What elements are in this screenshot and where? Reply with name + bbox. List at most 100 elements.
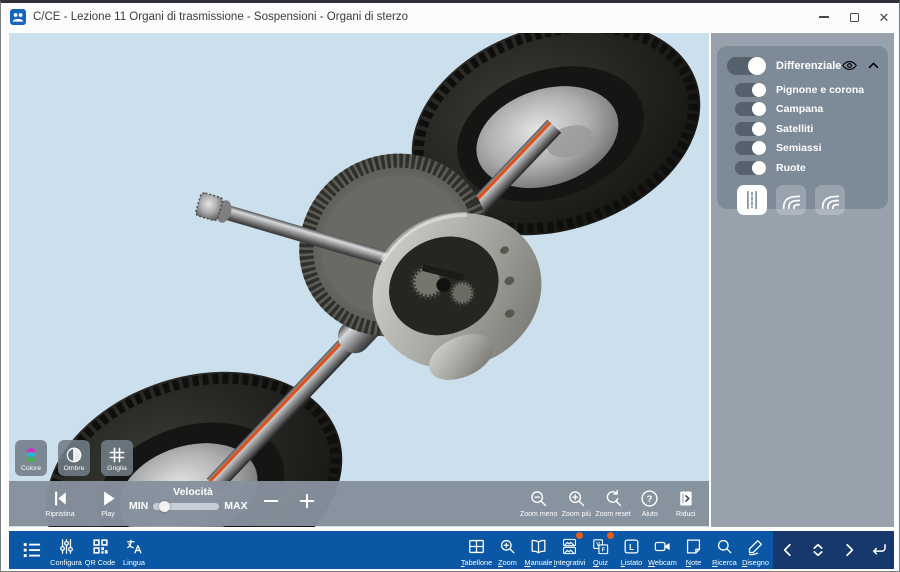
aiuto-button[interactable]: ?Aiuto (632, 481, 668, 526)
toolbar-item-label: Configura (50, 558, 82, 567)
window-controls: ✕ (809, 3, 899, 31)
help-icon: ? (639, 485, 660, 511)
speed-control: Velocità MIN MAX (129, 481, 257, 526)
toolbar-item-listato[interactable]: L Listato (616, 531, 647, 569)
toolbar-item-nav-up-down[interactable] (806, 538, 830, 562)
minimize-button[interactable] (809, 3, 839, 31)
grid-icon (107, 445, 127, 465)
toolbar-item-disegno[interactable]: Disegno (740, 531, 771, 569)
pignone-e-corona-toggle[interactable] (734, 82, 767, 98)
toggle-label: Pignone e corona (776, 84, 864, 96)
zoom-in-icon (498, 534, 517, 558)
panel-header-label: Differenziale (776, 60, 841, 72)
search-icon (715, 534, 734, 558)
toolbar-item-configura[interactable]: Configura (49, 531, 83, 569)
zoom-pi-button[interactable]: Zoom più (558, 481, 594, 526)
webcam-icon (653, 534, 672, 558)
griglia-button[interactable]: Griglia (101, 440, 133, 476)
3d-viewport[interactable]: Colore Ombre Griglia RipristinaPlay Veloci… (9, 33, 709, 527)
toggle-label: Semiassi (776, 142, 822, 154)
toolbar-item-label: QR Code (85, 558, 115, 567)
viewport-toolset: Colore Ombre Griglia (15, 440, 133, 476)
toolbar-item-label: Lingua (123, 558, 145, 567)
toolbar-item-zoom[interactable]: Zoom (492, 531, 523, 569)
notification-badge (607, 532, 614, 539)
differenziale-toggle[interactable] (726, 56, 767, 76)
ripristina-button[interactable]: Ripristina (39, 481, 81, 526)
riduci-button[interactable]: Riduci (668, 481, 704, 526)
zoom-reset-button[interactable]: Zoom reset (594, 481, 631, 526)
toolbar-item-manuale[interactable]: Manuale (523, 531, 554, 569)
toolbar-item-label: Listato (621, 558, 643, 567)
titlebar: C/CE - Lezione 11 Organi di trasmissione… (1, 3, 899, 31)
toolbar-item-label: Tabellone (461, 558, 492, 567)
road-curve-icon (819, 189, 841, 211)
toggle-label: Ruote (776, 162, 806, 174)
chevron-right-icon (840, 541, 858, 559)
translate-icon (125, 534, 144, 558)
zoom-meno-button[interactable]: Zoom meno (519, 481, 558, 526)
campana-toggle[interactable] (734, 101, 767, 117)
layers-panel: Differenziale Pignone e coronaCampanaSat… (717, 46, 888, 209)
shadow-icon (64, 445, 84, 465)
svg-text:L: L (629, 543, 634, 552)
toolbar-item-menu[interactable] (15, 531, 49, 569)
panel-row-ruote: Ruote (734, 158, 879, 177)
speed-decrease-button[interactable] (255, 481, 287, 526)
svg-text:F: F (602, 547, 606, 553)
toolbar-item-label: Manuale (524, 558, 552, 567)
visibility-icon[interactable] (841, 57, 858, 74)
road-view-button-1[interactable] (737, 185, 767, 215)
toolbar-item-integrativi[interactable]: Integrativi (554, 531, 585, 569)
toolbar-item-nav-next[interactable] (837, 538, 861, 562)
reduce-icon (675, 485, 696, 511)
transport-buttons: RipristinaPlay (39, 481, 129, 526)
road-view-button-2[interactable] (776, 185, 806, 215)
toolbar-item-note[interactable]: Note (678, 531, 709, 569)
close-button[interactable]: ✕ (869, 3, 899, 31)
chevron-updown-icon (809, 541, 827, 559)
app-window: C/CE - Lezione 11 Organi di trasmissione… (0, 0, 900, 572)
road-straight-icon (741, 189, 763, 211)
semiassi-toggle[interactable] (734, 140, 767, 156)
toggle-label: Campana (776, 103, 823, 115)
app-icon (10, 9, 26, 25)
pbtn-label: Zoom più (562, 511, 591, 519)
ruote-toggle[interactable] (734, 160, 767, 176)
pbtn-label: Aiuto (642, 511, 658, 519)
book-icon (529, 534, 548, 558)
toolbar-item-label: Disegno (742, 558, 769, 567)
speed-slider-knob[interactable] (159, 501, 170, 512)
pbtn-label: Zoom reset (595, 511, 630, 519)
toolbar-item-quiz[interactable]: VFQuiz (585, 531, 616, 569)
colore-button[interactable]: Colore (15, 440, 47, 476)
color-layers-icon (21, 445, 41, 465)
toolbar-item-webcam[interactable]: Webcam (647, 531, 678, 569)
road-view-button-3[interactable] (815, 185, 845, 215)
ombre-button[interactable]: Ombre (58, 440, 90, 476)
return-icon (870, 541, 888, 559)
speed-slider[interactable] (153, 503, 219, 510)
toolbar-item-label: Ricerca (712, 558, 737, 567)
collapse-icon[interactable] (865, 57, 882, 74)
toolbar-item-lingua[interactable]: Lingua (117, 531, 151, 569)
road-curve-icon (780, 189, 802, 211)
speed-increase-button[interactable] (291, 481, 323, 526)
satelliti-toggle[interactable] (734, 121, 767, 137)
maximize-button[interactable] (839, 3, 869, 31)
toolbar-item-tabellone[interactable]: Tabellone (461, 531, 492, 569)
speed-step-buttons (255, 481, 323, 526)
maximize-icon (850, 13, 859, 22)
toolbar-item-ricerca[interactable]: Ricerca (709, 531, 740, 569)
toolbar-item-qr-code[interactable]: QR Code (83, 531, 117, 569)
minus-icon (261, 491, 281, 516)
toolbar-item-label: Quiz (593, 558, 608, 567)
toolbar-item-nav-return[interactable] (867, 538, 891, 562)
pbtn-label: Riduci (676, 511, 695, 519)
sliders-icon (57, 534, 76, 558)
minimize-icon (819, 16, 829, 17)
play-button[interactable]: Play (87, 481, 129, 526)
draw-icon (746, 534, 765, 558)
toolbar-item-nav-previous[interactable] (776, 538, 800, 562)
main-content: Colore Ombre Griglia RipristinaPlay Veloci… (9, 33, 894, 527)
